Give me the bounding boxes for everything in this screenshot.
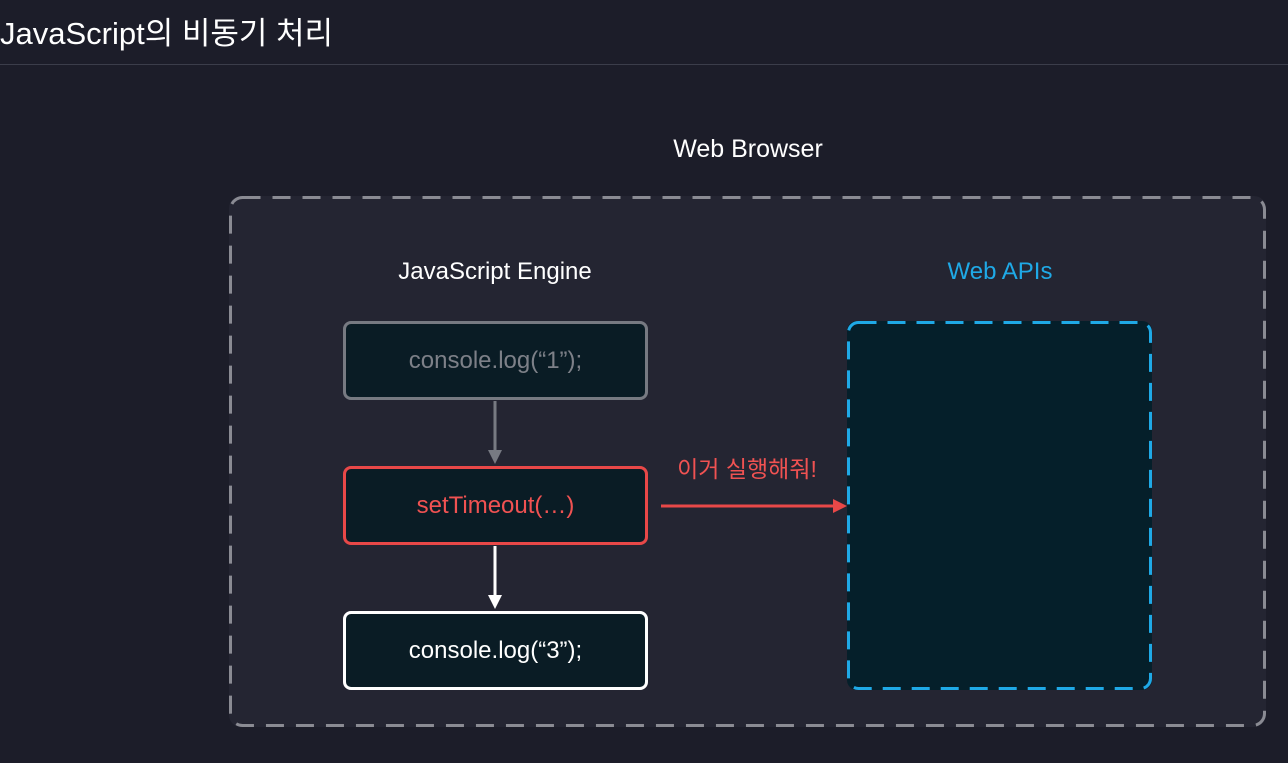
page-title: JavaScript의 비동기 처리 xyxy=(0,16,334,51)
slide: JavaScript의 비동기 처리 Web Browser JavaScrip… xyxy=(0,0,1288,763)
javascript-engine-label: JavaScript Engine xyxy=(398,258,592,285)
request-label: 이거 실행해줘! xyxy=(677,456,817,482)
title-divider xyxy=(0,64,1288,65)
web-apis-label: Web APIs xyxy=(947,258,1053,285)
code-box-console-log-1: console.log(“1”); xyxy=(343,321,648,400)
code-box-console-log-3: console.log(“3”); xyxy=(343,611,648,690)
web-browser-label: Web Browser xyxy=(673,135,823,163)
code-box-settimeout: setTimeout(…) xyxy=(343,466,648,545)
web-apis-dashed-border xyxy=(847,321,1152,690)
